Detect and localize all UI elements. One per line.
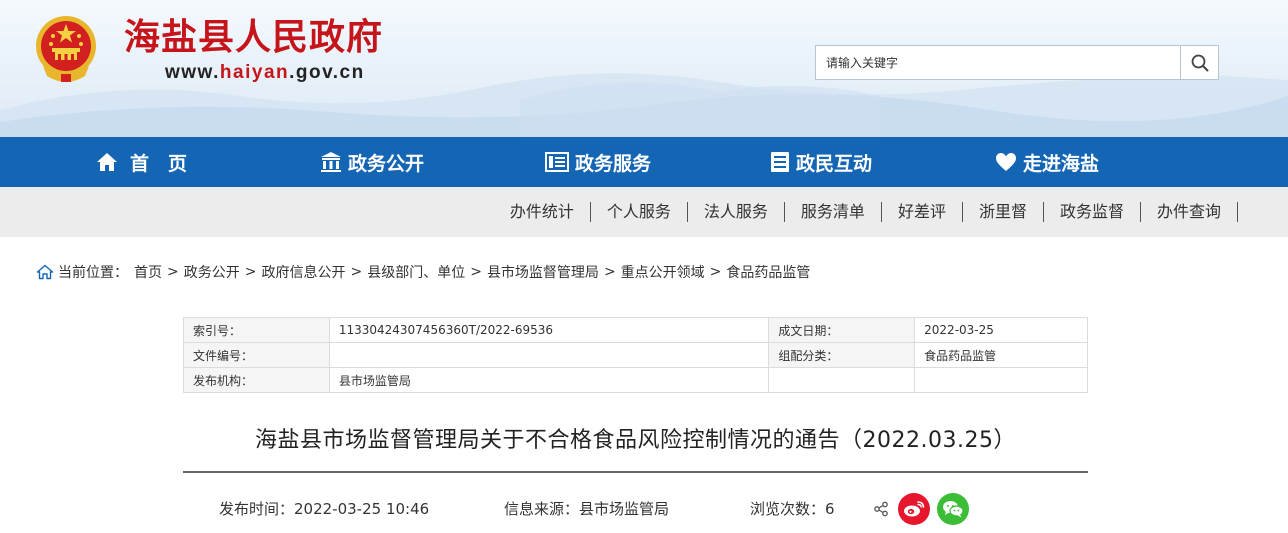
- breadcrumb-separator: >: [244, 264, 257, 280]
- date-label: 成文日期：: [768, 317, 916, 343]
- nav-item-gov-services[interactable]: 政务服务: [545, 137, 651, 187]
- sub-nav-links: 办件统计 个人服务 法人服务 服务清单 好差评 浙里督 政务监督 办件查询: [494, 187, 1238, 237]
- nav-label: 政民互动: [796, 152, 873, 175]
- breadcrumb-item-home[interactable]: 首页: [134, 262, 162, 282]
- breadcrumb-item-key-disclosure[interactable]: 重点公开领域: [621, 262, 705, 282]
- list-icon: [545, 152, 569, 172]
- wechat-icon: [943, 501, 964, 518]
- category-label: 组配分类：: [768, 342, 916, 368]
- date-value: 2022-03-25: [914, 317, 1088, 343]
- table-row: 发布机构： 县市场监管局: [183, 367, 1088, 393]
- breadcrumb-separator: >: [350, 264, 363, 280]
- category-value: 食品药品监管: [914, 342, 1088, 368]
- sub-nav-item-case-query[interactable]: 办件查询: [1141, 202, 1238, 222]
- breadcrumb-item-info-disclosure[interactable]: 政府信息公开: [261, 262, 345, 282]
- url-prefix: www.: [165, 62, 220, 83]
- doc-number-label: 文件编号：: [183, 342, 330, 368]
- sub-nav-item-gov-supervision[interactable]: 政务监督: [1044, 202, 1141, 222]
- sub-nav: 办件统计 个人服务 法人服务 服务清单 好差评 浙里督 政务监督 办件查询: [0, 187, 1288, 237]
- sub-nav-item-legal-person-service[interactable]: 法人服务: [688, 202, 785, 222]
- nav-label: 首 页: [130, 152, 188, 175]
- breadcrumb-item-market-supervision-bureau[interactable]: 县市场监督管理局: [487, 262, 599, 282]
- publisher-label: 发布机构：: [183, 367, 330, 393]
- breadcrumb: 当前位置： 首页 > 政务公开 > 政府信息公开 > 县级部门、单位 > 县市场…: [36, 262, 810, 282]
- home-icon: [97, 153, 117, 171]
- nav-item-about-haiyan[interactable]: 走进海盐: [995, 137, 1099, 187]
- view-count: 浏览次数：6: [750, 500, 835, 518]
- home-outline-icon: [36, 264, 54, 280]
- sub-nav-item-personal-service[interactable]: 个人服务: [591, 202, 688, 222]
- site-url: www.haiyan.gov.cn: [165, 62, 365, 84]
- sub-nav-item-rating[interactable]: 好差评: [882, 202, 963, 222]
- breadcrumb-item-gov-affairs[interactable]: 政务公开: [184, 262, 240, 282]
- sub-nav-item-service-list[interactable]: 服务清单: [785, 202, 882, 222]
- url-highlight: haiyan: [219, 62, 290, 83]
- search-input[interactable]: [816, 46, 1182, 79]
- info-source: 信息来源：县市场监管局: [504, 500, 670, 518]
- publish-time: 发布时间：2022-03-25 10:46: [219, 500, 430, 518]
- search-icon: [1191, 54, 1208, 71]
- document-icon: [771, 152, 789, 172]
- main-nav: 首 页 政务公开 政务服务 政民互动 走进海盐: [0, 137, 1288, 187]
- heart-icon: [996, 153, 1016, 171]
- weibo-icon: [904, 501, 925, 517]
- empty-cell: [914, 367, 1088, 393]
- breadcrumb-item-county-departments[interactable]: 县级部门、单位: [367, 262, 465, 282]
- nav-item-home[interactable]: 首 页: [96, 137, 187, 187]
- building-icon: [321, 152, 341, 172]
- search-box: [815, 45, 1219, 80]
- empty-cell: [768, 367, 916, 393]
- breadcrumb-separator: >: [167, 264, 179, 280]
- sub-nav-item-case-stats[interactable]: 办件统计: [494, 202, 591, 222]
- breadcrumb-label: 当前位置：: [58, 265, 128, 281]
- search-button[interactable]: [1180, 46, 1218, 79]
- publisher-value: 县市场监管局: [328, 367, 770, 393]
- breadcrumb-separator: >: [603, 264, 616, 280]
- site-title: 海盐县人民政府: [124, 17, 384, 58]
- share-icon: [874, 501, 888, 517]
- breadcrumb-item-food-drug[interactable]: 食品药品监管: [726, 262, 810, 282]
- share-wechat-button[interactable]: [937, 493, 969, 525]
- nav-label: 政务公开: [348, 152, 425, 175]
- index-label: 索引号：: [183, 317, 330, 343]
- breadcrumb-separator: >: [470, 264, 482, 280]
- index-value: 11330424307456360T/2022-69536: [328, 317, 770, 343]
- nav-label: 政务服务: [575, 152, 652, 175]
- nav-item-gov-affairs[interactable]: 政务公开: [320, 137, 424, 187]
- title-divider: [183, 471, 1088, 473]
- table-row: 索引号： 11330424307456360T/2022-69536 成文日期：…: [183, 317, 1088, 343]
- url-suffix: .gov.cn: [289, 62, 365, 83]
- doc-number-value: [328, 342, 770, 368]
- table-row: 文件编号： 组配分类： 食品药品监管: [183, 342, 1088, 368]
- sub-nav-item-zheli-du[interactable]: 浙里督: [963, 202, 1044, 222]
- breadcrumb-separator: >: [709, 264, 722, 280]
- document-meta-table: 索引号： 11330424307456360T/2022-69536 成文日期：…: [183, 317, 1088, 393]
- national-emblem-icon: [36, 16, 96, 82]
- header-banner: 海盐县人民政府 www.haiyan.gov.cn: [0, 0, 1288, 137]
- article-title: 海盐县市场监督管理局关于不合格食品风险控制情况的通告（2022.03.25）: [255, 428, 1016, 453]
- share-weibo-button[interactable]: [898, 493, 930, 525]
- nav-label: 走进海盐: [1023, 152, 1100, 175]
- nav-item-interaction[interactable]: 政民互动: [770, 137, 872, 187]
